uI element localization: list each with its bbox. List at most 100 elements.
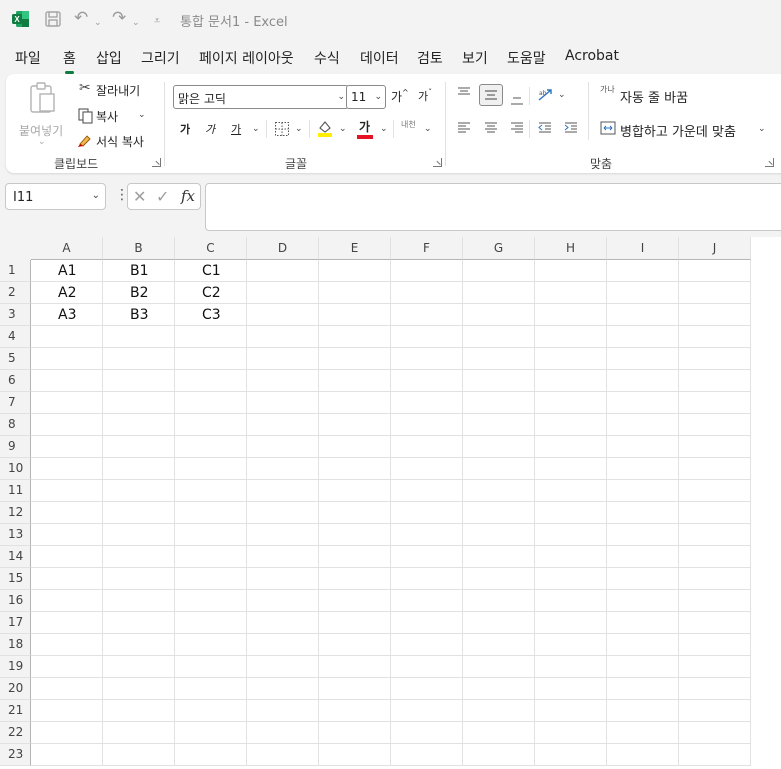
row-header-17[interactable]: 17: [0, 612, 31, 634]
cell-a17[interactable]: [31, 612, 103, 634]
name-box[interactable]: I11 ⌄: [5, 183, 106, 210]
grow-font-button[interactable]: 가^: [391, 88, 409, 105]
column-header-i[interactable]: I: [607, 237, 679, 260]
cell-f20[interactable]: [391, 678, 463, 700]
save-icon[interactable]: [44, 10, 62, 28]
tab-view[interactable]: 보기: [462, 48, 488, 68]
cancel-icon[interactable]: ✕: [133, 187, 146, 206]
cell-c18[interactable]: [175, 634, 247, 656]
cell-e22[interactable]: [319, 722, 391, 744]
cell-e16[interactable]: [319, 590, 391, 612]
row-header-10[interactable]: 10: [0, 458, 31, 480]
row-header-9[interactable]: 9: [0, 436, 31, 458]
font-size-dropdown[interactable]: 11 ⌄: [346, 85, 386, 109]
cell-e7[interactable]: [319, 392, 391, 414]
cell-e2[interactable]: [319, 282, 391, 304]
cell-a15[interactable]: [31, 568, 103, 590]
column-header-b[interactable]: B: [103, 237, 175, 260]
cell-g8[interactable]: [463, 414, 535, 436]
cell-g16[interactable]: [463, 590, 535, 612]
cell-b18[interactable]: [103, 634, 175, 656]
cell-h19[interactable]: [535, 656, 607, 678]
cell-b19[interactable]: [103, 656, 175, 678]
cell-g20[interactable]: [463, 678, 535, 700]
align-center-icon[interactable]: [483, 121, 499, 135]
tab-insert[interactable]: 삽입: [96, 48, 122, 68]
cell-i22[interactable]: [607, 722, 679, 744]
cell-h8[interactable]: [535, 414, 607, 436]
cell-i9[interactable]: [607, 436, 679, 458]
cell-b15[interactable]: [103, 568, 175, 590]
cell-a5[interactable]: [31, 348, 103, 370]
cell-a1[interactable]: A1: [31, 260, 103, 282]
row-header-18[interactable]: 18: [0, 634, 31, 656]
cell-d22[interactable]: [247, 722, 319, 744]
tab-file[interactable]: 파일: [15, 48, 41, 68]
cell-b6[interactable]: [103, 370, 175, 392]
cell-g6[interactable]: [463, 370, 535, 392]
cell-f14[interactable]: [391, 546, 463, 568]
cell-d16[interactable]: [247, 590, 319, 612]
row-header-20[interactable]: 20: [0, 678, 31, 700]
cell-a10[interactable]: [31, 458, 103, 480]
column-header-f[interactable]: F: [391, 237, 463, 260]
row-header-12[interactable]: 12: [0, 502, 31, 524]
cell-e21[interactable]: [319, 700, 391, 722]
cell-f23[interactable]: [391, 744, 463, 766]
increase-indent-icon[interactable]: [563, 121, 579, 135]
cell-f19[interactable]: [391, 656, 463, 678]
cut-button[interactable]: ✂ 잘라내기: [76, 80, 156, 100]
cell-b17[interactable]: [103, 612, 175, 634]
cell-i8[interactable]: [607, 414, 679, 436]
cell-i2[interactable]: [607, 282, 679, 304]
insert-function-icon[interactable]: fx: [181, 187, 195, 205]
row-header-15[interactable]: 15: [0, 568, 31, 590]
cell-i12[interactable]: [607, 502, 679, 524]
cell-j7[interactable]: [679, 392, 751, 414]
redo-icon[interactable]: ↷: [112, 8, 126, 28]
cell-f7[interactable]: [391, 392, 463, 414]
cell-h11[interactable]: [535, 480, 607, 502]
cell-b22[interactable]: [103, 722, 175, 744]
row-header-19[interactable]: 19: [0, 656, 31, 678]
cell-b21[interactable]: [103, 700, 175, 722]
cell-h2[interactable]: [535, 282, 607, 304]
cell-i23[interactable]: [607, 744, 679, 766]
cell-b4[interactable]: [103, 326, 175, 348]
cell-i16[interactable]: [607, 590, 679, 612]
cell-f11[interactable]: [391, 480, 463, 502]
cell-b9[interactable]: [103, 436, 175, 458]
cell-a21[interactable]: [31, 700, 103, 722]
cell-i4[interactable]: [607, 326, 679, 348]
cell-j4[interactable]: [679, 326, 751, 348]
cell-b2[interactable]: B2: [103, 282, 175, 304]
select-all-corner[interactable]: [0, 237, 31, 260]
cell-a2[interactable]: A2: [31, 282, 103, 304]
cell-j21[interactable]: [679, 700, 751, 722]
align-top-icon[interactable]: [456, 87, 472, 101]
formula-input[interactable]: [205, 183, 781, 231]
cell-i21[interactable]: [607, 700, 679, 722]
column-header-g[interactable]: G: [463, 237, 535, 260]
font-name-dropdown[interactable]: 맑은 고딕 ⌄: [173, 85, 349, 109]
font-color-button[interactable]: 가: [359, 118, 370, 135]
wrap-text-button[interactable]: 가나 자동 줄 바꿈: [598, 84, 708, 107]
cell-f10[interactable]: [391, 458, 463, 480]
cell-j17[interactable]: [679, 612, 751, 634]
copy-dropdown-icon[interactable]: ⌄: [138, 110, 146, 120]
cell-g14[interactable]: [463, 546, 535, 568]
cell-d1[interactable]: [247, 260, 319, 282]
cell-g19[interactable]: [463, 656, 535, 678]
cell-c19[interactable]: [175, 656, 247, 678]
cell-j15[interactable]: [679, 568, 751, 590]
cell-g5[interactable]: [463, 348, 535, 370]
cell-j14[interactable]: [679, 546, 751, 568]
cell-c3[interactable]: C3: [175, 304, 247, 326]
shrink-font-button[interactable]: 가ˇ: [418, 88, 432, 104]
cell-g3[interactable]: [463, 304, 535, 326]
cell-i10[interactable]: [607, 458, 679, 480]
cell-c15[interactable]: [175, 568, 247, 590]
cell-g4[interactable]: [463, 326, 535, 348]
cell-a6[interactable]: [31, 370, 103, 392]
cell-c4[interactable]: [175, 326, 247, 348]
